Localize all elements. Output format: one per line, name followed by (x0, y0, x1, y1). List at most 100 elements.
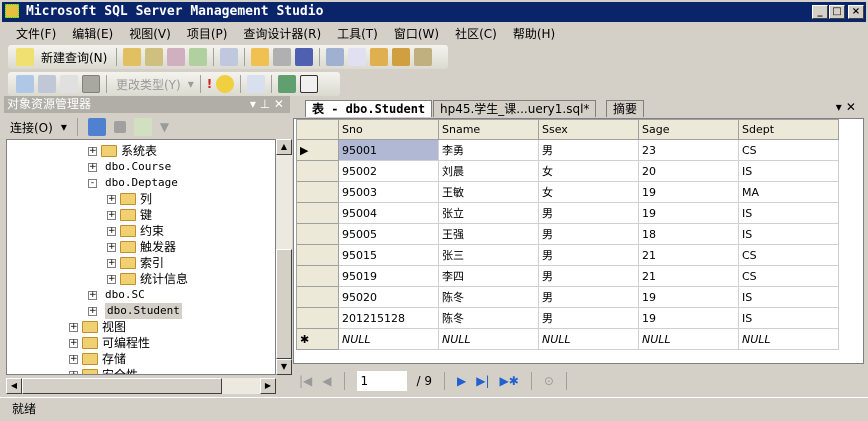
table-cell[interactable]: 19 (638, 181, 739, 203)
table-cell[interactable]: 95005 (338, 223, 439, 245)
table-cell[interactable]: IS (738, 223, 839, 245)
table-cell[interactable]: 陈冬 (438, 307, 539, 329)
table-cell[interactable]: MA (738, 181, 839, 203)
table-cell[interactable]: 女 (538, 181, 639, 203)
template-explorer-icon[interactable] (392, 48, 411, 66)
tree-node[interactable]: + dbo.Student (88, 303, 182, 319)
column-header[interactable]: Sname (438, 119, 539, 140)
column-header[interactable]: Ssex (538, 119, 639, 140)
tree-node[interactable]: + 统计信息 (107, 271, 188, 287)
table-cell[interactable]: 刘晨 (438, 160, 539, 182)
table-cell[interactable]: 95015 (338, 244, 439, 266)
stop-icon[interactable]: ⊙ (544, 374, 554, 388)
table-cell[interactable]: 王强 (438, 223, 539, 245)
expander-icon[interactable]: + (69, 322, 78, 332)
tab-controls[interactable]: ▾ ✕ (836, 100, 856, 114)
row-selector[interactable] (296, 265, 339, 287)
row-selector[interactable] (296, 244, 339, 266)
menu-item[interactable]: 工具(T) (329, 24, 386, 44)
sql-mobile-query-icon[interactable] (220, 48, 239, 66)
diagram-pane-icon[interactable] (16, 75, 34, 93)
expander-icon[interactable]: + (107, 194, 116, 204)
column-header[interactable]: Sno (338, 119, 439, 140)
disconnect-icon[interactable] (87, 118, 106, 136)
table-cell[interactable]: 男 (538, 307, 639, 329)
row-selector[interactable] (296, 202, 339, 224)
expander-icon[interactable]: + (107, 226, 116, 236)
expander-icon[interactable]: + (69, 370, 78, 374)
summary-icon[interactable] (348, 48, 367, 66)
table-cell[interactable]: 95004 (338, 202, 439, 224)
add-derived-table-icon[interactable] (300, 75, 319, 93)
new-record-icon[interactable]: ▶✱ (500, 374, 519, 388)
stop-icon[interactable] (113, 121, 126, 133)
new-row-selector[interactable]: ✱ (296, 328, 339, 350)
save-icon[interactable] (273, 48, 292, 66)
tree-node[interactable]: + 存储 (69, 351, 126, 367)
row-selector[interactable]: ▶ (296, 139, 339, 161)
menu-item[interactable]: 社区(C) (447, 24, 505, 44)
maximize-button[interactable]: □ (829, 5, 845, 19)
previous-record-icon[interactable]: ◀ (322, 374, 331, 388)
last-record-icon[interactable]: ▶| (476, 374, 489, 388)
table-cell[interactable]: IS (738, 307, 839, 329)
registered-servers-icon[interactable] (326, 48, 345, 66)
column-header[interactable]: Sage (638, 119, 739, 140)
table-cell[interactable]: 李四 (438, 265, 539, 287)
tree-node[interactable]: + 列 (107, 191, 152, 207)
sql-pane-icon[interactable] (60, 75, 78, 93)
table-cell[interactable]: 男 (538, 244, 639, 266)
table-cell[interactable]: 19 (638, 307, 739, 329)
object-explorer-icon[interactable] (370, 48, 389, 66)
tree-node[interactable]: + dbo.Course (88, 159, 171, 175)
table-cell[interactable]: 男 (538, 265, 639, 287)
table-cell[interactable]: 张立 (438, 202, 539, 224)
row-selector[interactable] (296, 307, 339, 329)
table-cell[interactable]: 男 (538, 139, 639, 161)
group-by-icon[interactable] (247, 75, 266, 93)
tree-node[interactable]: + 安全性 (69, 367, 138, 374)
expander-icon[interactable]: + (107, 242, 116, 252)
results-pane-icon[interactable] (82, 75, 100, 93)
mdx-query-icon[interactable] (145, 48, 164, 66)
verify-sql-icon[interactable] (216, 75, 235, 93)
table-cell[interactable]: 李勇 (438, 139, 539, 161)
row-selector[interactable] (296, 286, 339, 308)
table-cell[interactable]: 男 (538, 223, 639, 245)
expander-icon[interactable]: + (88, 306, 97, 316)
table-cell[interactable]: IS (738, 202, 839, 224)
tree-node[interactable]: + 触发器 (107, 239, 176, 255)
table-cell[interactable]: NULL (738, 328, 839, 350)
table-cell[interactable]: 21 (638, 244, 739, 266)
menu-item[interactable]: 帮助(H) (505, 24, 563, 44)
table-cell[interactable]: CS (738, 139, 839, 161)
menu-item[interactable]: 查询设计器(R) (235, 24, 329, 44)
horizontal-scrollbar[interactable]: ◀ ▶ (6, 378, 276, 394)
table-cell[interactable]: 95020 (338, 286, 439, 308)
column-header[interactable]: Sdept (738, 119, 839, 140)
new-query-button[interactable]: 新建查询(N) (38, 49, 110, 66)
table-cell[interactable]: 95003 (338, 181, 439, 203)
table-cell[interactable]: 95001 (338, 139, 439, 161)
panel-controls[interactable]: ▾ ⊥ ✕ (250, 96, 284, 113)
menu-item[interactable]: 编辑(E) (64, 24, 121, 44)
table-cell[interactable]: 201215128 (338, 307, 439, 329)
properties-icon[interactable] (414, 48, 433, 66)
row-selector[interactable] (296, 181, 339, 203)
save-all-icon[interactable] (295, 48, 314, 66)
next-record-icon[interactable]: ▶ (457, 374, 466, 388)
table-cell[interactable]: 19 (638, 202, 739, 224)
table-cell[interactable]: 18 (638, 223, 739, 245)
table-cell[interactable]: 95002 (338, 160, 439, 182)
table-cell[interactable]: NULL (438, 328, 539, 350)
expander-icon[interactable]: + (88, 146, 97, 156)
table-cell[interactable]: 男 (538, 286, 639, 308)
expander-icon[interactable]: + (69, 354, 78, 364)
xmla-query-icon[interactable] (189, 48, 208, 66)
row-selector[interactable] (296, 223, 339, 245)
criteria-pane-icon[interactable] (38, 75, 56, 93)
menu-item[interactable]: 视图(V) (121, 24, 179, 44)
tab-table-student[interactable]: 表 - dbo.Student (305, 100, 433, 117)
table-cell[interactable]: 19 (638, 286, 739, 308)
table-cell[interactable]: IS (738, 160, 839, 182)
